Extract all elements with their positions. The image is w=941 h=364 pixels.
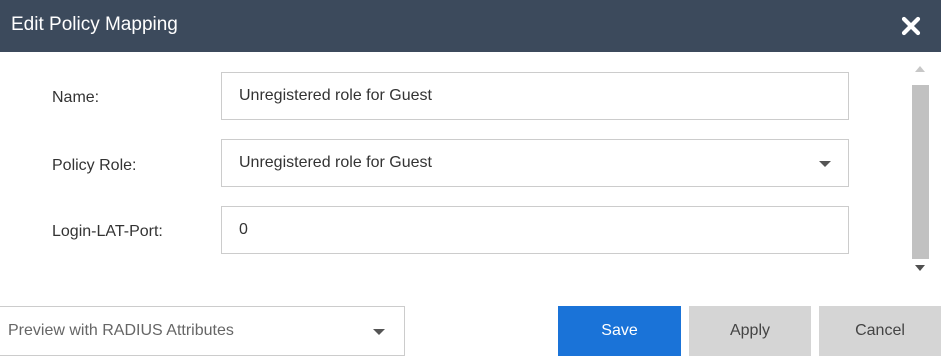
preview-radius-value: Preview with RADIUS Attributes — [8, 322, 234, 339]
close-icon[interactable] — [900, 15, 922, 37]
name-field-value: Unregistered role for Guest — [239, 87, 432, 104]
vertical-scrollbar[interactable] — [909, 60, 932, 278]
login-lat-port-field[interactable]: 0 — [221, 206, 849, 254]
chevron-down-icon — [373, 329, 385, 335]
preview-radius-select[interactable]: Preview with RADIUS Attributes — [0, 306, 405, 356]
dialog-footer: Preview with RADIUS Attributes Save Appl… — [0, 278, 941, 364]
login-lat-port-label: Login-LAT-Port: — [52, 223, 163, 240]
policy-role-label: Policy Role: — [52, 157, 137, 174]
policy-role-value: Unregistered role for Guest — [239, 154, 432, 171]
dialog-titlebar: Edit Policy Mapping — [0, 0, 941, 52]
policy-role-select[interactable]: Unregistered role for Guest — [221, 139, 849, 187]
dialog-title: Edit Policy Mapping — [11, 14, 178, 35]
cancel-button[interactable]: Cancel — [819, 306, 941, 356]
scroll-thumb[interactable] — [912, 85, 929, 259]
dialog-form: Name: Unregistered role for Guest Policy… — [0, 52, 941, 278]
save-button[interactable]: Save — [558, 306, 681, 356]
name-label: Name: — [52, 89, 100, 106]
login-lat-port-value: 0 — [239, 221, 248, 238]
scroll-down-arrow-icon[interactable] — [915, 265, 925, 271]
chevron-down-icon — [819, 161, 831, 167]
name-field[interactable]: Unregistered role for Guest — [221, 72, 849, 120]
scroll-up-arrow-icon[interactable] — [915, 66, 925, 72]
apply-button[interactable]: Apply — [689, 306, 811, 356]
